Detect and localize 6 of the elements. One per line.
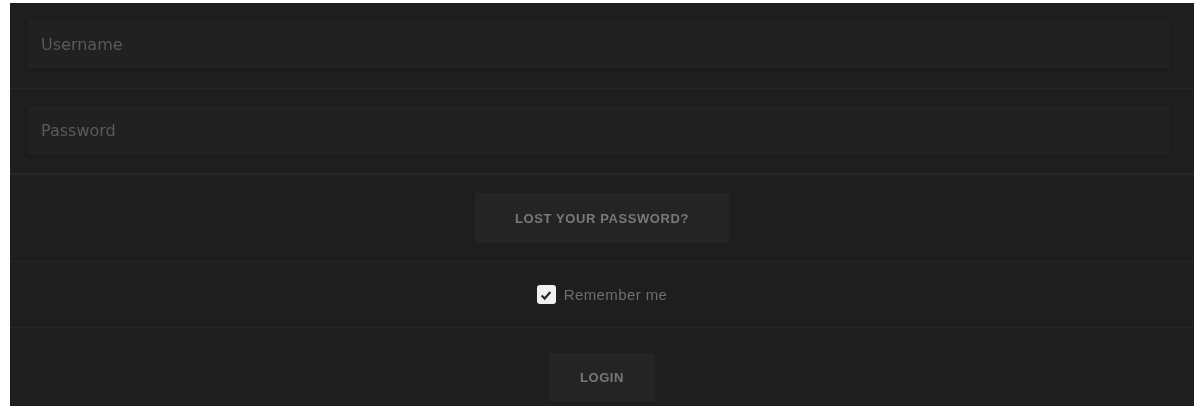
input-field[interactable]: Username xyxy=(27,20,1170,69)
login-button[interactable]: LOGIN xyxy=(549,353,655,401)
remember-me-label: Remember me xyxy=(563,286,668,303)
input-field[interactable]: Password xyxy=(27,106,1170,155)
lost-password-button[interactable]: LOST YOUR PASSWORD? xyxy=(475,193,729,243)
checkbox[interactable] xyxy=(536,285,556,304)
